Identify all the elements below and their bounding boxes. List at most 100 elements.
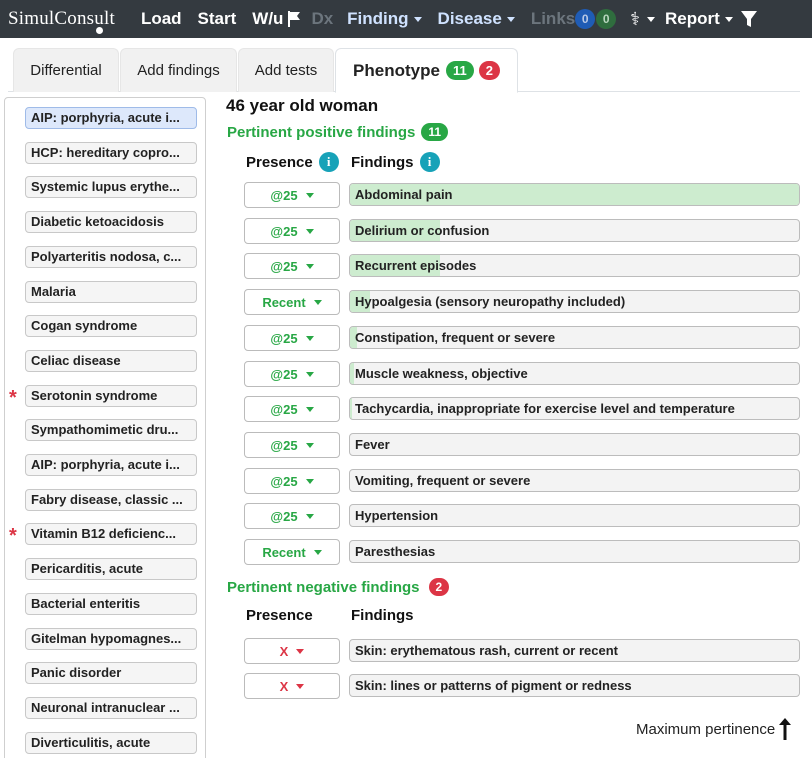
diagnosis-item[interactable]: Sympathomimetic dru... bbox=[25, 419, 197, 441]
finding-label: Abdominal pain bbox=[355, 187, 453, 202]
diagnosis-item[interactable]: Vitamin B12 deficienc... bbox=[25, 523, 197, 545]
info-icon[interactable]: i bbox=[318, 152, 339, 172]
nav-links[interactable]: Links 0 0 bbox=[531, 9, 617, 29]
presence-select[interactable]: Recent bbox=[244, 539, 340, 565]
presence-value: @25 bbox=[270, 187, 298, 203]
positive-title-text: Pertinent positive findings bbox=[227, 123, 416, 141]
nav-workup-label: W/u bbox=[252, 9, 284, 28]
finding-label: Hypertension bbox=[355, 508, 439, 523]
diagnosis-item[interactable]: Cogan syndrome bbox=[25, 315, 197, 337]
caret-down-icon bbox=[305, 406, 314, 412]
caret-down-icon bbox=[296, 648, 305, 654]
diagnosis-item[interactable]: Serotonin syndrome bbox=[25, 385, 197, 407]
finding-bar[interactable]: Delirium or confusion bbox=[349, 219, 800, 242]
arrow-up-icon bbox=[779, 718, 792, 740]
nav-workup[interactable]: W/u bbox=[252, 9, 311, 29]
caret-down-icon bbox=[305, 478, 314, 484]
presence-select[interactable]: X bbox=[244, 673, 340, 699]
nav-disease-menu[interactable]: Disease bbox=[438, 9, 515, 29]
caret-down-icon bbox=[305, 192, 314, 198]
presence-select[interactable]: Recent bbox=[244, 289, 340, 315]
finding-bar[interactable]: Recurrent episodes bbox=[349, 254, 800, 277]
tab-phenotype-label: Phenotype bbox=[353, 60, 440, 80]
flag-icon[interactable] bbox=[287, 11, 301, 27]
nav-genetics-menu[interactable]: ⚕ bbox=[616, 9, 655, 30]
diagnosis-item[interactable]: Neuronal intranuclear ... bbox=[25, 697, 197, 719]
finding-bar[interactable]: Vomiting, frequent or severe bbox=[349, 469, 800, 492]
presence-select[interactable]: @25 bbox=[244, 218, 340, 244]
presence-value: X bbox=[279, 678, 289, 694]
caret-down-icon bbox=[305, 513, 314, 519]
positive-section-title: Pertinent positive findings 11 bbox=[227, 123, 449, 141]
diagnosis-item[interactable]: AIP: porphyria, acute i... bbox=[25, 107, 197, 129]
diagnosis-item[interactable]: Celiac disease bbox=[25, 350, 197, 372]
diagnosis-item[interactable]: Fabry disease, classic ... bbox=[25, 489, 197, 511]
finding-label: Hypoalgesia (sensory neuropathy included… bbox=[355, 294, 626, 309]
finding-bar[interactable]: Constipation, frequent or severe bbox=[349, 326, 800, 349]
finding-bar[interactable]: Hypertension bbox=[349, 504, 800, 527]
brand-logo[interactable]: SimulConsult bbox=[8, 8, 115, 34]
presence-value: @25 bbox=[270, 401, 298, 417]
finding-bar[interactable]: Muscle weakness, objective bbox=[349, 362, 800, 385]
finding-bar[interactable]: Tachycardia, inappropriate for exercise … bbox=[349, 397, 800, 420]
finding-bar[interactable]: Skin: lines or patterns of pigment or re… bbox=[349, 674, 800, 697]
presence-select[interactable]: @25 bbox=[244, 432, 340, 458]
negative-title-text: Pertinent negative findings bbox=[227, 578, 420, 596]
caret-down-icon bbox=[305, 442, 314, 448]
presence-select[interactable]: @25 bbox=[244, 361, 340, 387]
diagnosis-item[interactable]: Diabetic ketoacidosis bbox=[25, 211, 197, 233]
nav-finding-menu[interactable]: Finding bbox=[347, 9, 422, 29]
finding-bar[interactable]: Hypoalgesia (sensory neuropathy included… bbox=[349, 290, 800, 313]
info-icon[interactable]: i bbox=[419, 152, 440, 172]
patient-description: 46 year old woman bbox=[226, 96, 379, 115]
diagnosis-item[interactable]: Malaria bbox=[25, 281, 197, 303]
tab-differential[interactable]: Differential bbox=[13, 48, 119, 92]
diagnosis-item[interactable]: Gitelman hypomagnes... bbox=[25, 628, 197, 650]
presence-select[interactable]: @25 bbox=[244, 253, 340, 279]
diagnosis-item[interactable]: Bacterial enteritis bbox=[25, 593, 197, 615]
top-navbar: SimulConsult Load Start W/u Dx Finding D… bbox=[0, 0, 812, 38]
diagnosis-item[interactable]: Panic disorder bbox=[25, 662, 197, 684]
caret-down-icon bbox=[305, 335, 314, 341]
presence-select[interactable]: @25 bbox=[244, 503, 340, 529]
presence-select[interactable]: @25 bbox=[244, 325, 340, 351]
presence-value: Recent bbox=[262, 544, 306, 560]
finding-label: Recurrent episodes bbox=[355, 258, 477, 273]
finding-bar[interactable]: Skin: erythematous rash, current or rece… bbox=[349, 639, 800, 662]
tab-add-findings[interactable]: Add findings bbox=[120, 48, 237, 92]
diagnosis-item[interactable]: HCP: hereditary copro... bbox=[25, 142, 197, 164]
finding-label: Tachycardia, inappropriate for exercise … bbox=[355, 401, 735, 416]
finding-label: Vomiting, frequent or severe bbox=[355, 473, 531, 488]
nav-report-label: Report bbox=[664, 9, 720, 28]
nav-report-menu[interactable]: Report bbox=[665, 9, 733, 29]
nav-start[interactable]: Start bbox=[198, 9, 237, 29]
caret-down-icon bbox=[313, 299, 322, 305]
finding-bar[interactable]: Fever bbox=[349, 433, 800, 456]
caret-down-icon bbox=[305, 371, 314, 377]
tab-phenotype[interactable]: Phenotype 11 2 bbox=[335, 48, 518, 93]
presence-select[interactable]: X bbox=[244, 638, 340, 664]
diagnosis-item[interactable]: Polyarteritis nodosa, c... bbox=[25, 246, 197, 268]
nav-load[interactable]: Load bbox=[141, 9, 182, 29]
chevron-down-icon bbox=[413, 16, 422, 22]
presence-select[interactable]: @25 bbox=[244, 468, 340, 494]
diagnosis-item[interactable]: Pericarditis, acute bbox=[25, 558, 197, 580]
differential-sidebar[interactable]: AIP: porphyria, acute i... HCP: hereditar… bbox=[4, 97, 206, 758]
presence-select[interactable]: @25 bbox=[244, 182, 340, 208]
finding-bar[interactable]: Paresthesias bbox=[349, 540, 800, 563]
nav-dx[interactable]: Dx bbox=[311, 9, 333, 29]
finding-bar[interactable]: Abdominal pain bbox=[349, 183, 800, 206]
presence-value: @25 bbox=[270, 223, 298, 239]
links-blue-badge: 0 bbox=[575, 9, 596, 29]
diagnosis-item[interactable]: AIP: porphyria, acute i... bbox=[25, 454, 197, 476]
presence-value: @25 bbox=[270, 366, 298, 382]
flag-star-icon: * bbox=[9, 387, 17, 409]
chevron-down-icon bbox=[724, 16, 733, 22]
tab-add-tests[interactable]: Add tests bbox=[238, 48, 334, 92]
negative-count-badge: 2 bbox=[428, 578, 450, 596]
diagnosis-item[interactable]: Systemic lupus erythe... bbox=[25, 176, 197, 198]
filter-icon[interactable] bbox=[740, 10, 757, 28]
diagnosis-item[interactable]: Diverticulitis, acute bbox=[25, 732, 197, 754]
caret-down-icon bbox=[296, 683, 305, 689]
presence-select[interactable]: @25 bbox=[244, 396, 340, 422]
